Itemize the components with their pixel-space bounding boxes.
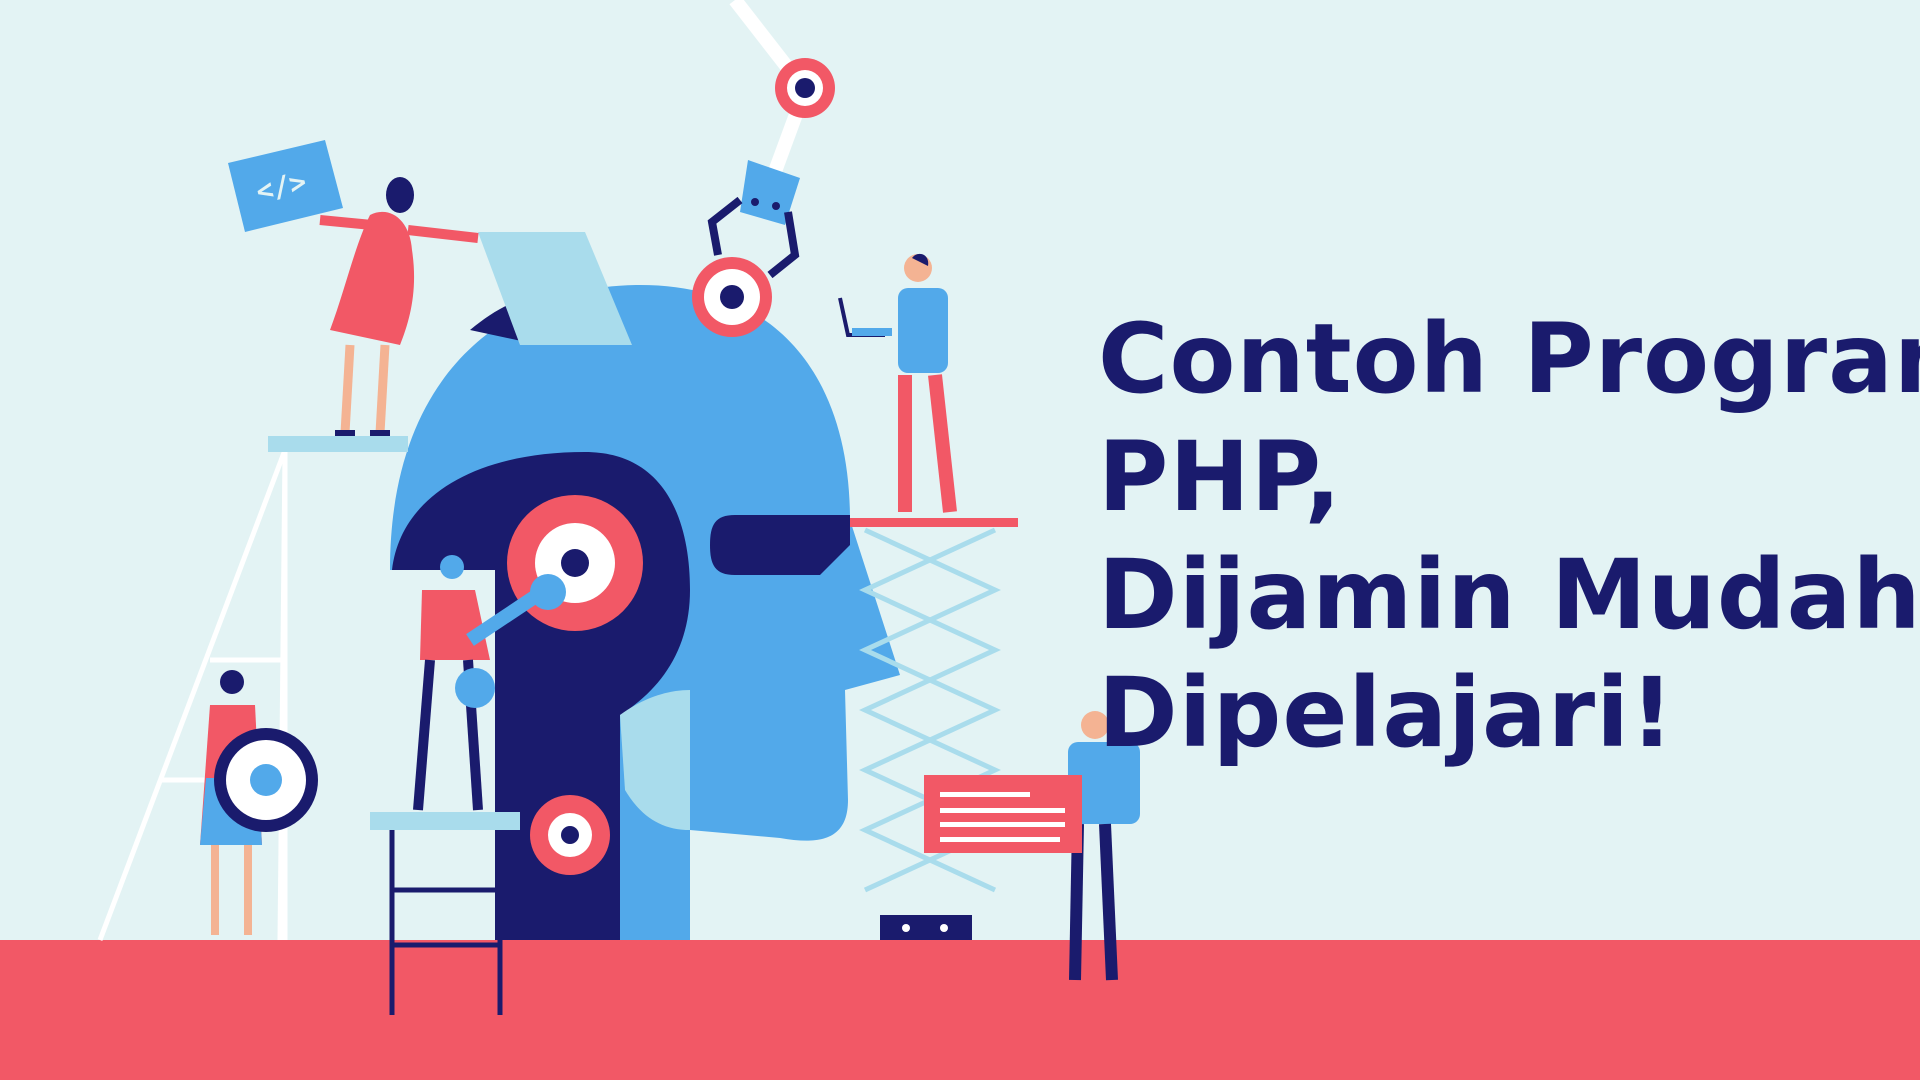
robot-arm-icon bbox=[707, 0, 835, 279]
headline: Contoh Program PHP, Dijamin Mudah Dipela… bbox=[1098, 300, 1920, 772]
headline-line-3: Dijamin Mudah bbox=[1098, 539, 1920, 651]
floor-band bbox=[0, 940, 1920, 1080]
ladder bbox=[97, 449, 288, 941]
ladder-platform bbox=[268, 436, 408, 452]
scissor-lift bbox=[850, 518, 1018, 940]
target-icon-small bbox=[530, 795, 610, 875]
gear-icon bbox=[214, 728, 318, 832]
person-woman-with-gear bbox=[200, 670, 318, 935]
hero-banner: </> Contoh Program PHP, Dijamin Mudah Di… bbox=[0, 0, 1920, 1080]
headline-line-2: PHP, bbox=[1098, 421, 1342, 533]
gear-icon bbox=[692, 257, 772, 337]
headline-line-1: Contoh Program bbox=[1098, 303, 1920, 415]
person-man-with-laptop bbox=[838, 253, 957, 513]
document-board-icon bbox=[924, 775, 1082, 853]
headline-line-4: Dipelajari! bbox=[1098, 657, 1675, 769]
target-icon bbox=[507, 495, 643, 631]
